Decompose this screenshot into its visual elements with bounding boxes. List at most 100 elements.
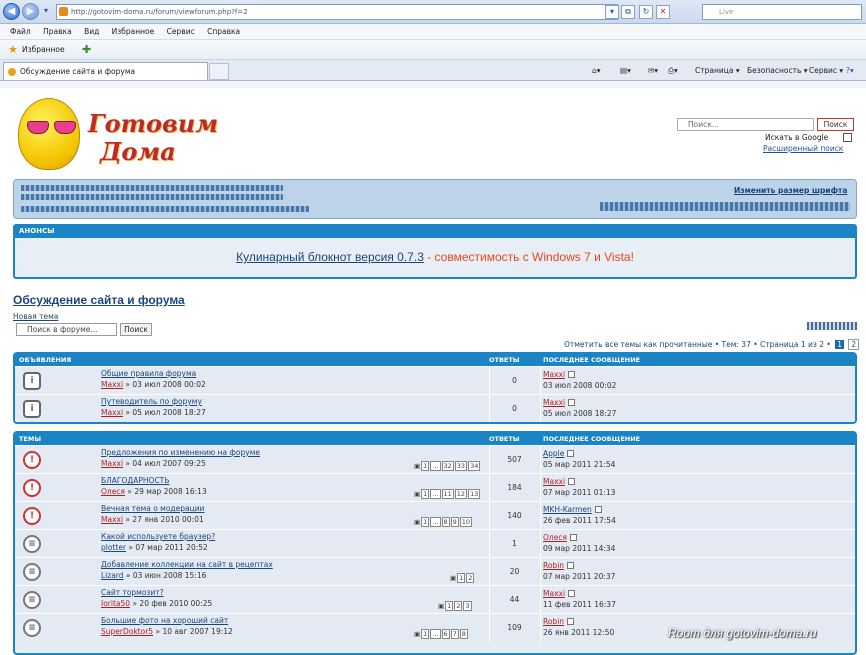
topic-author-link[interactable]: Iorita50: [101, 599, 130, 608]
forum-search-button[interactable]: Поиск: [120, 323, 152, 336]
nav-links-row1[interactable]: [21, 185, 283, 191]
feeds-icon[interactable]: ▤▾: [620, 62, 631, 79]
topic-author-link[interactable]: Maxxi: [101, 408, 123, 417]
topic-title-link[interactable]: Большие фото на хороший сайт: [101, 616, 228, 625]
topic-page-link[interactable]: 12: [454, 489, 468, 499]
mark-read-link[interactable]: Отметить все темы как прочитанные • Тем:…: [564, 340, 831, 349]
topic-page-link[interactable]: 7: [450, 629, 459, 639]
view-last-post-icon[interactable]: [568, 399, 576, 406]
topic-page-link[interactable]: 10: [459, 517, 473, 527]
topic-page-link[interactable]: 6: [441, 629, 450, 639]
last-post-user-link[interactable]: MKH-Karmen: [543, 505, 602, 514]
nav-links-row2[interactable]: [21, 194, 283, 200]
menu-file[interactable]: Файл: [10, 24, 31, 39]
refresh-icon[interactable]: ↻: [639, 5, 653, 19]
resize-font-link[interactable]: Изменить размер шрифта: [734, 186, 847, 195]
topic-title-link[interactable]: Путеводитель по форуму: [101, 397, 202, 406]
topic-page-link[interactable]: 1: [421, 629, 430, 639]
help-icon[interactable]: ?▾: [846, 62, 854, 79]
topic-author-link[interactable]: plotter: [101, 543, 126, 552]
safety-menu[interactable]: Безопасность ▾: [747, 62, 808, 79]
menu-favorites[interactable]: Избранное: [112, 24, 155, 39]
topic-page-link[interactable]: ...: [430, 461, 441, 471]
topic-page-link[interactable]: 1: [421, 489, 430, 499]
view-last-post-icon[interactable]: [567, 618, 575, 625]
topic-row[interactable]: ≡ Сайт тормозит? Iorita50 » 20 фев 2010 00…: [15, 585, 855, 614]
topic-title-link[interactable]: Добавление коллекции на сайт в рецептах: [101, 560, 273, 569]
last-post-user-link[interactable]: Maxxi: [543, 370, 576, 379]
print-icon[interactable]: ⎙▾: [668, 62, 678, 79]
tab-current[interactable]: Обсуждение сайта и форума: [3, 62, 208, 80]
mail-icon[interactable]: ✉▾: [648, 62, 658, 79]
last-post-user-link[interactable]: Apple: [543, 449, 575, 458]
topic-author-link[interactable]: Maxxi: [101, 459, 123, 468]
view-last-post-icon[interactable]: [568, 478, 576, 485]
announcement-row[interactable]: i Общие правила форума Maxxi » 03 июл 2008…: [15, 366, 855, 395]
topic-page-link[interactable]: 33: [454, 461, 468, 471]
topic-row[interactable]: ! Предложения по изменению на форуме Maxxi…: [15, 445, 855, 474]
topic-row[interactable]: ! БЛАГОДАРНОСТЬ Олеся » 29 мар 2008 16:13 ▣…: [15, 473, 855, 502]
topic-row[interactable]: ≡ Какой используете браузер? plotter » 07 …: [15, 529, 855, 558]
site-search-button[interactable]: Поиск: [817, 118, 854, 131]
menu-view[interactable]: Вид: [84, 24, 99, 39]
topic-author-link[interactable]: Maxxi: [101, 380, 123, 389]
nav-links-row3[interactable]: [21, 206, 309, 212]
tools-menu[interactable]: Сервис ▾: [809, 62, 843, 79]
topic-author-link[interactable]: Олеся: [101, 487, 125, 496]
google-checkbox[interactable]: [843, 133, 852, 142]
topic-title-link[interactable]: Сайт тормозит?: [101, 588, 164, 597]
topic-title-link[interactable]: Предложения по изменению на форуме: [101, 448, 260, 457]
topic-page-link[interactable]: ...: [430, 489, 441, 499]
browser-search-input[interactable]: Live: [702, 4, 862, 20]
topic-page-link[interactable]: 13: [468, 489, 481, 499]
view-last-post-icon[interactable]: [594, 506, 602, 513]
last-post-user-link[interactable]: Robin: [543, 561, 575, 570]
menu-edit[interactable]: Правка: [43, 24, 72, 39]
view-last-post-icon[interactable]: [567, 450, 575, 457]
topic-row[interactable]: ≡ Добавление коллекции на сайт в рецептах…: [15, 557, 855, 586]
history-dropdown[interactable]: ▾: [39, 5, 53, 19]
address-input[interactable]: http://gotovim-doma.ru/forum/viewforum.p…: [56, 4, 618, 20]
topic-page-link[interactable]: 1: [421, 461, 430, 471]
menu-tools[interactable]: Сервис: [167, 24, 195, 39]
topic-page-link[interactable]: 8: [459, 629, 468, 639]
topic-page-link[interactable]: 2: [454, 601, 463, 611]
address-dropdown[interactable]: ▾: [605, 5, 619, 19]
forum-title[interactable]: Обсуждение сайта и форума: [13, 293, 185, 307]
view-last-post-icon[interactable]: [568, 590, 576, 597]
view-last-post-icon[interactable]: [569, 534, 577, 541]
stop-icon[interactable]: ✕: [656, 5, 670, 19]
last-post-user-link[interactable]: Maxxi: [543, 477, 576, 486]
topic-page-link[interactable]: 11: [441, 489, 454, 499]
topic-page-link[interactable]: 9: [450, 517, 459, 527]
topic-title-link[interactable]: Общие правила форума: [101, 369, 196, 378]
advanced-search-link[interactable]: Расширенный поиск: [763, 144, 843, 153]
page-menu[interactable]: Страница ▾: [695, 62, 740, 79]
view-last-post-icon[interactable]: [567, 562, 575, 569]
favorites-button[interactable]: Избранное: [22, 40, 65, 59]
topic-page-link[interactable]: 32: [441, 461, 454, 471]
topic-title-link[interactable]: Какой используете браузер?: [101, 532, 215, 541]
site-logo[interactable]: Готовим Дома: [16, 96, 218, 176]
topic-page-link[interactable]: 1: [421, 517, 430, 527]
back-button[interactable]: ◀: [3, 3, 20, 20]
topic-title-link[interactable]: Вечная тема о модерации: [101, 504, 204, 513]
topic-page-link[interactable]: 1: [457, 573, 466, 583]
topic-page-link[interactable]: 2: [466, 573, 475, 583]
page-next-link[interactable]: 2: [848, 339, 860, 350]
topic-page-link[interactable]: 8: [441, 517, 450, 527]
topic-page-link[interactable]: ...: [430, 517, 441, 527]
forward-button[interactable]: ▶: [22, 3, 39, 20]
forum-search-input[interactable]: Поиск в форуме...: [16, 323, 117, 336]
announcement-link[interactable]: Кулинарный блокнот версия 0.7.3: [236, 250, 424, 264]
topic-author-link[interactable]: SuperDoktor5: [101, 627, 153, 636]
new-topic-link[interactable]: Новая тема: [13, 312, 58, 321]
site-search-input[interactable]: Поиск...: [677, 118, 814, 131]
topic-row[interactable]: ! Вечная тема о модерации Maxxi » 27 янв 2…: [15, 501, 855, 530]
forum-tools-link[interactable]: [807, 322, 857, 330]
topic-author-link[interactable]: Maxxi: [101, 515, 123, 524]
last-post-user-link[interactable]: Maxxi: [543, 398, 576, 407]
user-links[interactable]: [600, 202, 850, 211]
compat-icon[interactable]: ⧉: [621, 5, 635, 19]
topic-page-link[interactable]: ...: [430, 629, 441, 639]
